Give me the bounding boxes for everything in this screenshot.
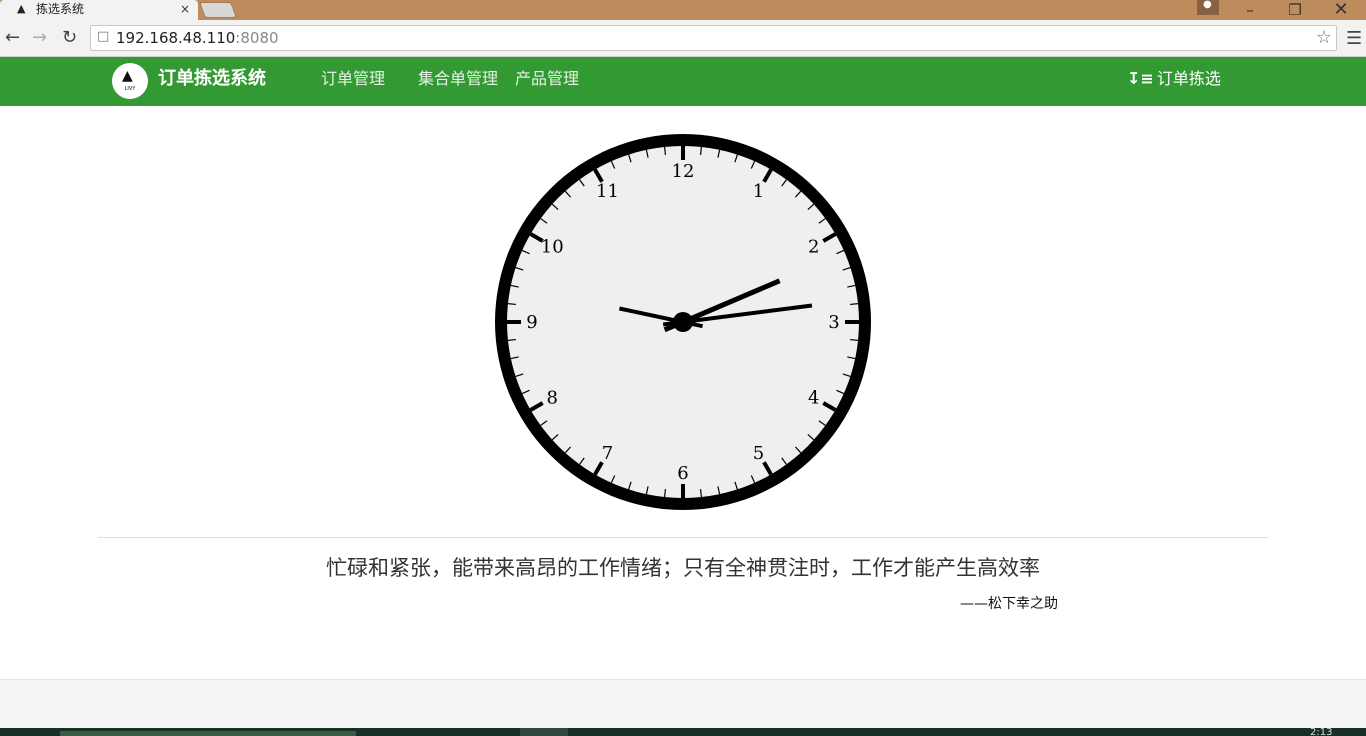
clock-center-pin	[673, 312, 693, 332]
footer	[0, 679, 1366, 728]
user-icon[interactable]: ●	[1197, 0, 1219, 15]
clock-numeral-4: 4	[808, 388, 819, 409]
clock-numeral-9: 9	[526, 312, 537, 333]
sort-icon: ↧≡	[1127, 69, 1154, 88]
clock-numeral-7: 7	[602, 443, 613, 464]
minimize-icon[interactable]: –	[1230, 0, 1270, 20]
new-tab-button[interactable]	[199, 2, 237, 18]
taskbar-clock: 2:13	[1310, 728, 1333, 736]
quote-text: 忙碌和紧张，能带来高昂的工作情绪；只有全神贯注时，工作才能产生高效率	[326, 556, 1040, 580]
clock-numeral-11: 11	[596, 181, 619, 202]
forward-icon[interactable]: →	[32, 25, 47, 51]
url-port: :8080	[235, 29, 279, 47]
nav-right-label: 订单拣选	[1156, 69, 1221, 88]
nav-link-order-picking[interactable]: ↧≡ 订单拣选	[1127, 68, 1221, 90]
clock-minor-tick	[664, 146, 667, 155]
clock-numeral-2: 2	[808, 237, 819, 258]
url-host: 192.168.48.110	[116, 29, 236, 47]
browser-toolbar: ← → ↻ □ 192.168.48.110:8080 ☆ ☰	[0, 20, 1366, 57]
clock-minor-tick	[699, 146, 702, 155]
clock-minor-tick	[664, 489, 667, 498]
os-taskbar: 2:13	[0, 728, 1366, 736]
logo-text: LIVY	[124, 86, 136, 92]
clock-numeral-3: 3	[828, 312, 839, 333]
clock-numeral-8: 8	[547, 388, 558, 409]
close-icon[interactable]: ✕	[1321, 0, 1361, 20]
bell-favicon-icon: ▲	[17, 2, 26, 15]
clock-numeral-6: 6	[677, 463, 688, 484]
divider	[98, 537, 1268, 538]
url-text: 192.168.48.110:8080	[116, 29, 279, 47]
back-icon[interactable]: ←	[5, 25, 20, 51]
tab-title: 拣选系统	[36, 2, 85, 16]
brand-title[interactable]: 订单拣选系统	[158, 67, 266, 91]
restore-icon[interactable]: ❐	[1275, 0, 1315, 20]
app-navbar: ▲ LIVY 订单拣选系统 订单管理 集合单管理 产品管理 ↧≡ 订单拣选	[0, 57, 1366, 106]
clock-minor-tick	[507, 338, 516, 341]
page-icon: □	[97, 29, 110, 44]
taskbar-item[interactable]	[60, 731, 356, 736]
clock-minor-tick	[850, 303, 859, 306]
browser-title-bar: ▲ 拣选系统 × ● – ❐ ✕	[0, 0, 1366, 20]
clock-numeral-5: 5	[753, 443, 764, 464]
analog-clock: 121234567891011	[495, 134, 871, 510]
browser-tab[interactable]: ▲ 拣选系统 ×	[0, 0, 198, 20]
clock-numeral-1: 1	[753, 181, 764, 202]
logo[interactable]: ▲ LIVY	[112, 63, 148, 99]
nav-link-collection-management[interactable]: 集合单管理	[418, 68, 498, 90]
reload-icon[interactable]: ↻	[62, 25, 77, 51]
nav-link-order-management[interactable]: 订单管理	[321, 68, 385, 90]
clock-minor-tick	[699, 489, 702, 498]
menu-icon[interactable]: ☰	[1346, 28, 1362, 49]
tab-close-icon[interactable]: ×	[180, 1, 190, 17]
quote-author: ——松下幸之助	[960, 596, 1058, 612]
clock-minor-tick	[507, 303, 516, 306]
address-bar[interactable]: □ 192.168.48.110:8080 ☆	[90, 25, 1337, 51]
nav-link-product-management[interactable]: 产品管理	[515, 68, 579, 90]
clock-numeral-12: 12	[672, 161, 695, 182]
taskbar-item-active[interactable]	[520, 728, 568, 736]
bell-icon: ▲	[122, 68, 133, 84]
clock-numeral-10: 10	[541, 237, 564, 258]
star-icon[interactable]: ☆	[1316, 27, 1332, 48]
clock-minor-tick	[850, 338, 859, 341]
